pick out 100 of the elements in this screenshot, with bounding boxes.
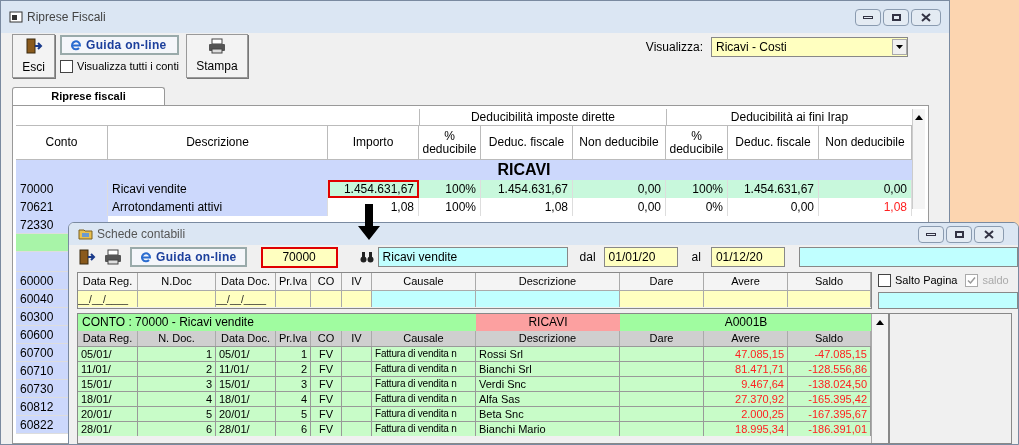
table-cell: Fattura di vendita n bbox=[372, 376, 476, 391]
table-cell: FV bbox=[311, 421, 342, 436]
close-button[interactable] bbox=[974, 225, 1004, 243]
view-dropdown[interactable]: Ricavi - Costi bbox=[711, 37, 908, 57]
close-icon bbox=[984, 229, 994, 239]
filter-field[interactable]: __/__/____ bbox=[78, 291, 138, 307]
table-cell: 70621 bbox=[16, 198, 108, 216]
filter-field[interactable] bbox=[311, 291, 342, 307]
filter-field[interactable] bbox=[276, 291, 311, 307]
maximize-button[interactable] bbox=[883, 8, 909, 26]
folder-icon bbox=[78, 228, 93, 240]
exit-door-icon bbox=[24, 36, 43, 55]
table-cell: 0,00 bbox=[728, 198, 819, 216]
column-header: Causale bbox=[372, 273, 476, 290]
help-online-button[interactable]: Guida on-line bbox=[130, 247, 247, 267]
column-header: Conto bbox=[16, 126, 108, 159]
close-icon bbox=[921, 12, 931, 22]
print-button[interactable] bbox=[104, 249, 122, 265]
table-cell: 05/01/ bbox=[78, 346, 138, 361]
table-cell: 2 bbox=[276, 361, 311, 376]
printer-icon bbox=[104, 249, 122, 265]
column-header: Data Doc. bbox=[216, 273, 276, 290]
table-cell: Ricavi vendite bbox=[108, 180, 328, 198]
table-cell: 100% bbox=[419, 198, 481, 216]
table-cell: Fattura di vendita n bbox=[372, 421, 476, 436]
column-header: CO bbox=[311, 330, 342, 346]
minimize-button[interactable] bbox=[855, 8, 881, 26]
table-cell: 4 bbox=[276, 391, 311, 406]
column-header: Causale bbox=[372, 330, 476, 346]
scrollbar[interactable] bbox=[912, 109, 925, 209]
to-date-field[interactable]: 01/12/20 bbox=[710, 247, 785, 267]
table-cell: 15/01/ bbox=[78, 376, 138, 391]
scrollbar[interactable] bbox=[871, 313, 888, 443]
table-cell: 100% bbox=[666, 180, 728, 198]
column-header: Deduc. fiscale bbox=[728, 126, 819, 159]
table-cell: 1,08 bbox=[328, 198, 419, 216]
filter-field[interactable] bbox=[620, 291, 704, 307]
table-cell: Arrotondamenti attivi bbox=[108, 198, 328, 216]
table-row[interactable]: 70000 Ricavi vendite 1.454.631,67 100% 1.454.631,67 0,00 100% 1.454.631,67 0,00 bbox=[16, 180, 912, 198]
table-cell: 1 bbox=[276, 346, 311, 361]
filter-field[interactable] bbox=[342, 291, 372, 307]
table-row[interactable]: 70621 Arrotondamenti attivi 1,08 100% 1,08 0,00 0% 0,00 1,08 bbox=[16, 198, 912, 216]
help-online-button[interactable]: Guida on-line bbox=[60, 35, 179, 55]
maximize-button[interactable] bbox=[946, 225, 972, 243]
table-cell: 0,00 bbox=[573, 180, 666, 198]
column-header: Data Doc. bbox=[216, 330, 276, 346]
table-cell: 18/01/ bbox=[78, 391, 138, 406]
table-cell: 18/01/ bbox=[216, 391, 276, 406]
to-label: al bbox=[691, 249, 701, 266]
table-cell: 5 bbox=[138, 406, 216, 421]
table-cell: 20/01/ bbox=[78, 406, 138, 421]
print-button[interactable]: Stampa bbox=[185, 34, 248, 78]
table-cell: 18.995,34 bbox=[704, 421, 788, 436]
table-cell: FV bbox=[311, 406, 342, 421]
account-field[interactable]: 70000 bbox=[260, 246, 338, 268]
description-field[interactable]: Ricavi vendite bbox=[377, 247, 568, 267]
checkbox-label: Visualizza tutti i conti bbox=[77, 59, 179, 74]
table-cell: 1,08 bbox=[819, 198, 912, 216]
table-cell: 28/01/ bbox=[78, 421, 138, 436]
table-cell: 6 bbox=[276, 421, 311, 436]
exit-button[interactable]: Esci bbox=[12, 34, 55, 78]
scroll-up-arrow-icon bbox=[876, 319, 884, 325]
section-title: RICAVI bbox=[497, 160, 551, 180]
table-cell: 5 bbox=[276, 406, 311, 421]
filter-field[interactable]: __/__/____ bbox=[216, 291, 276, 307]
table-cell: FV bbox=[311, 346, 342, 361]
caret-icon bbox=[896, 45, 903, 49]
filter-field[interactable] bbox=[138, 291, 216, 307]
table-cell: 1 bbox=[138, 346, 216, 361]
table-cell: Fattura di vendita n bbox=[372, 346, 476, 361]
filter-field[interactable] bbox=[788, 291, 871, 307]
note-field[interactable] bbox=[878, 291, 1018, 309]
search-field[interactable] bbox=[798, 247, 1018, 267]
column-header: Dare bbox=[620, 273, 704, 290]
category-label: RICAVI bbox=[476, 313, 620, 331]
column-header: Pr.Iva bbox=[276, 273, 311, 290]
checkbox[interactable] bbox=[60, 59, 73, 73]
table-cell: 0,00 bbox=[573, 198, 666, 216]
minimize-button[interactable] bbox=[918, 225, 944, 243]
from-date-field[interactable]: 01/01/20 bbox=[603, 247, 678, 267]
column-header: Data Reg. bbox=[78, 330, 138, 346]
checkbox[interactable] bbox=[878, 273, 891, 287]
filter-field[interactable] bbox=[372, 291, 476, 307]
exit-button[interactable] bbox=[78, 248, 96, 266]
exit-door-icon bbox=[78, 248, 96, 266]
column-header: Descrizione bbox=[476, 330, 620, 346]
table-cell: Bianchi Mario bbox=[476, 421, 620, 436]
column-header: Pr.Iva bbox=[276, 330, 311, 346]
filter-field[interactable] bbox=[476, 291, 620, 307]
table-cell: 1,08 bbox=[481, 198, 573, 216]
filter-field[interactable] bbox=[704, 291, 788, 307]
column-group-header: Deducibilità imposte dirette bbox=[419, 109, 666, 126]
select-label: Visualizza: bbox=[645, 39, 703, 56]
table-cell: 05/01/ bbox=[216, 346, 276, 361]
column-header: IV bbox=[342, 273, 372, 290]
table-cell: 11/01/ bbox=[78, 361, 138, 376]
from-label: dal bbox=[579, 249, 596, 266]
tab[interactable]: Riprese fiscali bbox=[12, 87, 165, 105]
close-button[interactable] bbox=[911, 8, 941, 26]
table-cell: 28/01/ bbox=[216, 421, 276, 436]
